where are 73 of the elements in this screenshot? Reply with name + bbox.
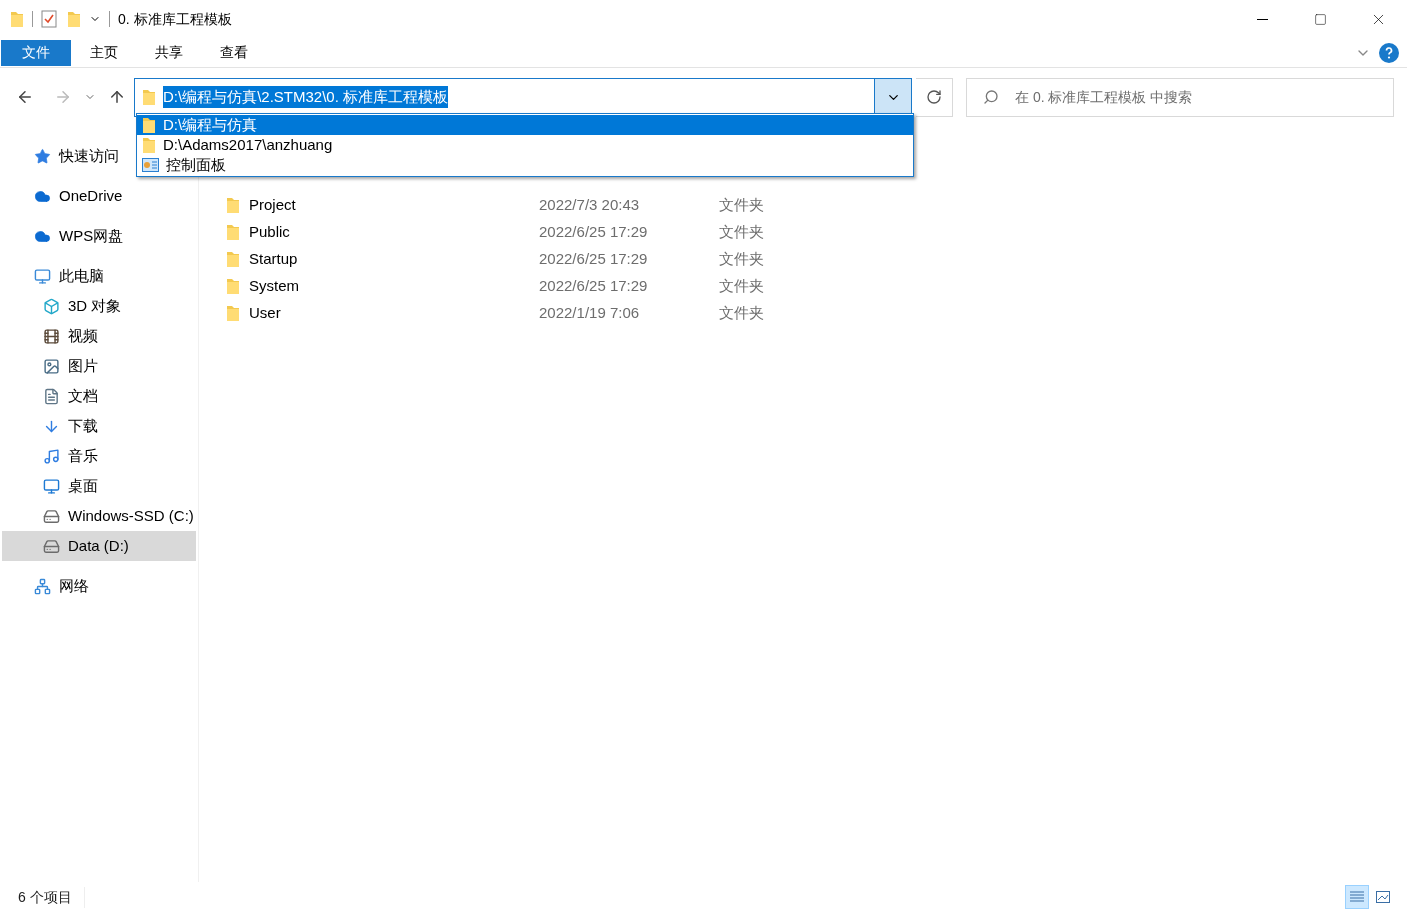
help-icon[interactable]: [1379, 42, 1399, 63]
folder-icon: [226, 305, 240, 322]
address-dropdown-button[interactable]: [874, 78, 911, 116]
file-name[interactable]: Project: [249, 194, 539, 217]
sidebar-item[interactable]: 文档: [2, 381, 196, 411]
sidebar-item[interactable]: 视频: [2, 321, 196, 351]
maximize-icon: [1313, 12, 1327, 26]
drive-icon: [43, 537, 60, 555]
back-icon[interactable]: [16, 88, 34, 106]
file-name[interactable]: Public: [249, 221, 539, 244]
sidebar-item[interactable]: 音乐: [2, 441, 196, 471]
network-icon: [34, 577, 51, 595]
dropdown-item[interactable]: D:\Adams2017\anzhuang: [137, 135, 913, 155]
file-type: 文件夹: [719, 222, 764, 243]
folder-icon: [142, 88, 156, 106]
picture-icon: [43, 357, 60, 375]
sidebar-item[interactable]: Data (D:): [2, 531, 196, 561]
sidebar-item[interactable]: 下载: [2, 411, 196, 441]
sidebar-item[interactable]: 桌面: [2, 471, 196, 501]
sidebar-item[interactable]: 网络: [2, 571, 196, 601]
modified-date: 2022/6/25 17:29: [539, 276, 649, 297]
search-field[interactable]: 在 0. 标准库工程模板 中搜索: [966, 77, 1394, 117]
sidebar-item[interactable]: 图片: [2, 351, 196, 381]
new-folder-icon: [67, 10, 81, 28]
window-title: 0. 标准库工程模板: [118, 9, 232, 29]
refresh-button[interactable]: [916, 77, 953, 117]
item-count: 6 个项目: [18, 886, 85, 908]
sidebar-item[interactable]: OneDrive: [2, 181, 196, 211]
film-icon: [43, 327, 60, 345]
refresh-icon: [926, 89, 942, 105]
control-panel-icon: [142, 158, 159, 172]
music-icon: [43, 447, 60, 465]
file-name[interactable]: System: [249, 275, 539, 298]
ribbon-tab[interactable]: 查看: [201, 39, 266, 66]
modified-date: 2022/7/3 20:43: [539, 195, 641, 216]
file-name[interactable]: Startup: [249, 248, 539, 271]
sidebar-item[interactable]: WPS网盘: [2, 221, 196, 251]
star-icon: [34, 147, 51, 165]
computer-icon: [34, 267, 51, 285]
folder-icon: [226, 197, 240, 214]
ribbon-tab[interactable]: 主页: [71, 39, 136, 66]
dropdown-item[interactable]: 控制面板: [137, 155, 913, 175]
drive-icon: [43, 507, 60, 525]
ribbon-tab[interactable]: 共享: [136, 39, 201, 66]
search-icon: [983, 88, 999, 105]
file-type: 文件夹: [719, 195, 764, 216]
sidebar-item[interactable]: Windows-SSD (C:): [2, 501, 196, 531]
file-type: 文件夹: [719, 303, 764, 324]
folder-icon: [10, 10, 24, 28]
dropdown-item[interactable]: D:\编程与仿真: [137, 115, 913, 135]
file-type: 文件夹: [719, 276, 764, 297]
folder-icon: [142, 136, 156, 154]
ribbon-tab[interactable]: 文件: [1, 39, 71, 66]
cube-icon: [43, 297, 60, 315]
folder-icon: [226, 224, 240, 241]
properties-icon[interactable]: [41, 10, 57, 28]
folder-icon: [226, 278, 240, 295]
modified-date: 2022/1/19 7:06: [539, 303, 641, 324]
document-icon: [43, 387, 60, 405]
modified-date: 2022/6/25 17:29: [539, 222, 649, 243]
modified-date: 2022/6/25 17:29: [539, 249, 649, 270]
large-thumbnail-icon: [1376, 891, 1390, 903]
minimize-icon: [1256, 18, 1268, 20]
details-list-icon: [1350, 891, 1364, 903]
folder-icon: [226, 251, 240, 268]
sidebar-item[interactable]: 3D 对象: [2, 291, 196, 321]
sidebar-item[interactable]: 此电脑: [2, 261, 196, 291]
up-icon[interactable]: [108, 88, 126, 106]
desktop-icon: [43, 477, 60, 495]
address-text: D:\编程与仿真\2.STM32\0. 标准库工程模板: [163, 85, 449, 109]
folder-icon: [142, 116, 156, 134]
file-type: 文件夹: [719, 249, 764, 270]
file-name[interactable]: User: [249, 302, 539, 325]
